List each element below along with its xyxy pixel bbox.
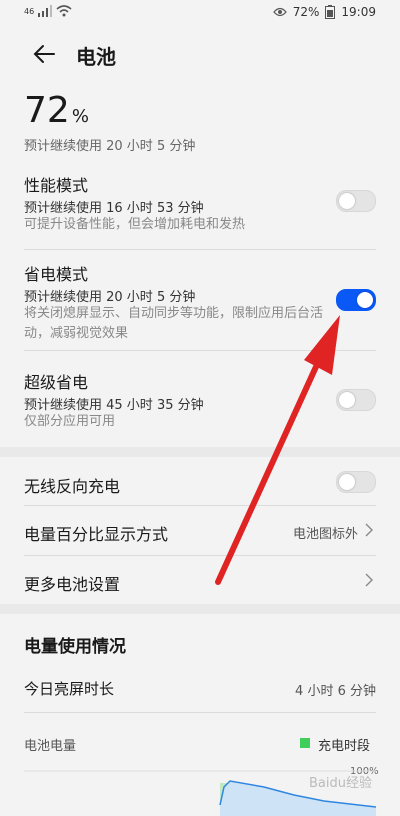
- battery-estimate: 预计继续使用 20 小时 5 分钟: [24, 139, 196, 154]
- wifi-icon: [56, 5, 72, 17]
- chevron-right-icon: [365, 573, 373, 587]
- back-arrow-icon[interactable]: [30, 40, 58, 68]
- divider: [24, 555, 376, 556]
- performance-mode-desc: 可提升设备性能，但会增加耗电和发热: [24, 217, 246, 232]
- divider: [24, 712, 376, 713]
- charging-legend-label: 充电时段: [318, 739, 371, 754]
- ultra-power-saving-title: 超级省电: [24, 373, 89, 392]
- top-bar: 电池: [0, 30, 400, 80]
- performance-mode-title: 性能模式: [24, 176, 89, 195]
- more-battery-settings-label[interactable]: 更多电池设置: [24, 571, 120, 595]
- battery-icon: [325, 5, 336, 19]
- percentage-display-value: 电池图标外: [292, 527, 358, 542]
- divider: [24, 505, 376, 506]
- battery-level-value: 72: [24, 90, 70, 131]
- battery-chart-label: 电池电量: [24, 739, 77, 754]
- chevron-right-icon: [365, 523, 373, 537]
- clock: 19:09: [341, 5, 376, 19]
- eye-icon: [272, 7, 287, 17]
- page-title: 电池: [76, 45, 116, 69]
- toggle-knob: [339, 392, 355, 408]
- battery-level: 72%: [24, 90, 89, 131]
- divider: [24, 350, 376, 351]
- watermark: Baidu经验: [309, 776, 372, 791]
- screen-on-time-label: 今日亮屏时长: [24, 680, 115, 698]
- power-saving-mode-desc: 将关闭熄屏显示、自动同步等功能，限制应用后台活动，减弱视觉效果: [24, 306, 324, 341]
- section-gap: [0, 604, 400, 614]
- percentage-display-label[interactable]: 电量百分比显示方式: [24, 521, 168, 545]
- performance-mode-estimate: 预计继续使用 16 小时 53 分钟: [24, 201, 204, 216]
- wireless-reverse-charging-toggle[interactable]: [336, 471, 376, 493]
- power-saving-mode-title: 省电模式: [24, 265, 89, 284]
- toggle-knob: [339, 474, 355, 490]
- usage-section-title: 电量使用情况: [24, 637, 126, 657]
- signal-label: 46: [24, 6, 35, 16]
- wireless-reverse-charging-label: 无线反向充电: [24, 477, 121, 496]
- ultra-power-saving-toggle[interactable]: [336, 389, 376, 411]
- status-bar: 46 72% 19:09: [0, 0, 400, 26]
- arrow-shaft: [215, 355, 323, 585]
- signal-icon: [38, 5, 53, 17]
- battery-level-unit: %: [71, 106, 89, 127]
- charging-legend-swatch: [300, 738, 310, 748]
- power-saving-mode-toggle[interactable]: [336, 289, 376, 311]
- screen-on-time-value: 4 小时 6 分钟: [295, 684, 376, 699]
- ultra-power-saving-desc: 仅部分应用可用: [24, 414, 116, 429]
- power-saving-mode-estimate: 预计继续使用 20 小时 5 分钟: [24, 290, 196, 305]
- toggle-knob: [357, 292, 373, 308]
- status-right: 72% 19:09: [272, 5, 376, 19]
- divider: [24, 249, 376, 250]
- status-left: 46: [24, 5, 72, 17]
- performance-mode-toggle[interactable]: [336, 190, 376, 212]
- section-gap: [0, 447, 400, 457]
- ultra-power-saving-estimate: 预计继续使用 45 小时 35 分钟: [24, 398, 204, 413]
- battery-percent: 72%: [292, 5, 320, 19]
- toggle-knob: [339, 193, 355, 209]
